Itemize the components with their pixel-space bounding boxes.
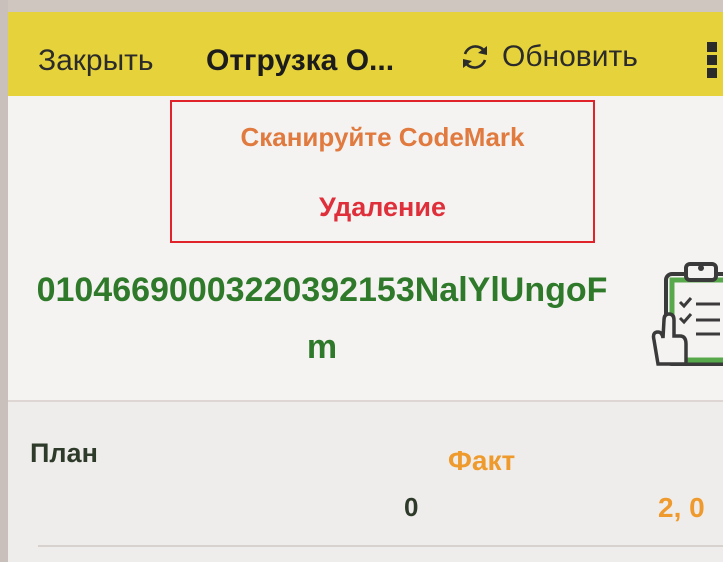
plan-value: 0 [404, 492, 419, 522]
scan-prompt: Сканируйте CodeMark [240, 122, 525, 152]
scan-status-box: Сканируйте CodeMark Удаление [170, 100, 595, 243]
mode-indicator: Удаление [319, 192, 446, 222]
refresh-icon [463, 45, 487, 69]
fact-label: Факт [448, 445, 516, 476]
clipboard-checklist-icon[interactable] [644, 260, 723, 370]
row-separator [38, 545, 723, 547]
refresh-label: Обновить [502, 40, 638, 73]
more-vertical-icon[interactable] [707, 42, 719, 78]
app-screen: Закрыть Отгрузка О... Обновить Сканируйт… [8, 0, 723, 562]
close-button[interactable]: Закрыть [38, 44, 154, 78]
quantity-panel [8, 402, 723, 562]
plan-label: План [30, 438, 98, 468]
scanned-code: 01046690003220392153NalYlUngoFm [22, 262, 622, 376]
refresh-button[interactable]: Обновить [458, 40, 638, 74]
top-toolbar: Закрыть Отгрузка О... Обновить [8, 0, 723, 96]
fact-value: 2, 0 [658, 492, 705, 523]
document-title: Отгрузка О... [206, 44, 395, 77]
scanned-code-line1: 0104669000322039215 [36, 271, 396, 309]
